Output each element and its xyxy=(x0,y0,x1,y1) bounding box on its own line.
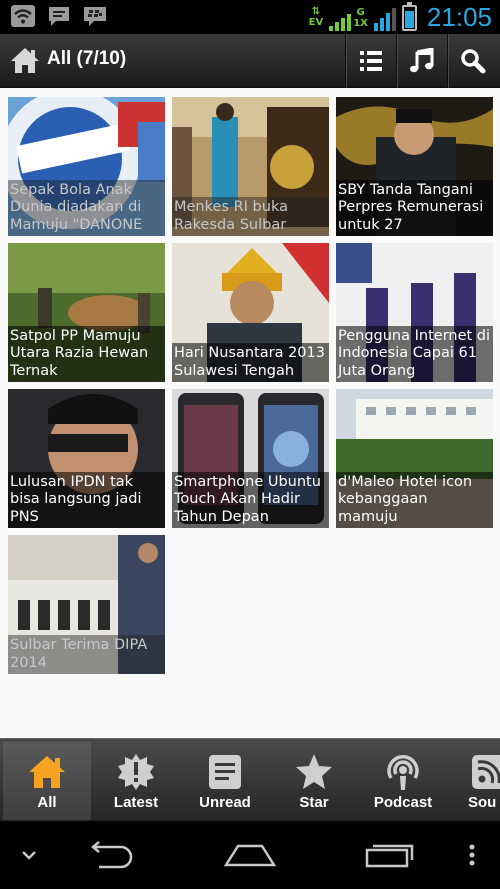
tab-label: Latest xyxy=(113,794,159,811)
signal-right-label: G xyxy=(356,6,365,18)
navigation-bar xyxy=(0,821,500,889)
star-icon xyxy=(296,754,332,789)
overflow-menu-button[interactable] xyxy=(462,821,482,889)
tab-star[interactable]: Star xyxy=(270,742,358,820)
data-activity-icon: ⇅ xyxy=(311,6,321,17)
article-tile[interactable]: d'Maleo Hotel icon kebanggaan mamuju xyxy=(336,389,493,528)
article-caption: d'Maleo Hotel icon kebanggaan mamuju xyxy=(336,471,493,528)
article-caption: Sepak Bola Anak Dunia diadakan di Mamuju… xyxy=(8,179,165,236)
article-tile[interactable]: Pengguna Internet di Indonesia Capai 61 … xyxy=(336,243,493,382)
tab-label: Star xyxy=(299,794,329,811)
podcast-icon xyxy=(387,755,419,790)
article-caption: Menkes RI buka Rakesda Sulbar xyxy=(172,197,329,236)
home-button[interactable] xyxy=(220,821,280,889)
hide-keyboard-icon xyxy=(22,851,36,860)
article-tile[interactable]: Hari Nusantara 2013 Sulawesi Tengah xyxy=(172,243,329,382)
tab-unread[interactable]: Unread xyxy=(181,742,269,820)
recent-apps-button[interactable] xyxy=(360,821,420,889)
network-indicator: ⇅ EV xyxy=(308,6,324,29)
search-icon xyxy=(461,49,486,74)
article-tile[interactable]: Sulbar Terima DIPA 2014 xyxy=(8,535,165,674)
status-bar: ⇅ EV G 1X 21:05 xyxy=(0,0,500,34)
home-icon xyxy=(224,844,276,867)
bottom-tab-bar: All Latest Unread Star Podcast Sou xyxy=(0,738,500,821)
article-tile[interactable]: Smartphone Ubuntu Touch Akan Hadir Tahun… xyxy=(172,389,329,528)
article-caption: Pengguna Internet di Indonesia Capai 61 … xyxy=(336,325,493,382)
tab-label: Sou xyxy=(468,794,497,811)
document-icon xyxy=(209,755,241,789)
battery-level xyxy=(404,11,414,28)
tab-label: All xyxy=(37,794,57,811)
article-grid: Sepak Bola Anak Dunia diadakan di Mamuju… xyxy=(0,88,500,738)
search-button[interactable] xyxy=(447,34,498,88)
article-tile[interactable]: Menkes RI buka Rakesda Sulbar xyxy=(172,97,329,236)
article-caption: Sulbar Terima DIPA 2014 xyxy=(8,635,165,674)
list-icon xyxy=(360,51,382,71)
tab-latest[interactable]: Latest xyxy=(92,742,180,820)
back-button[interactable] xyxy=(80,821,140,889)
article-caption: SBY Tanda Tangani Perpres Remunerasi unt… xyxy=(336,179,493,236)
back-icon xyxy=(91,841,133,869)
source-icon xyxy=(472,755,500,789)
hide-keyboard-button[interactable] xyxy=(14,821,44,889)
home-icon xyxy=(29,756,65,788)
tab-label: Podcast xyxy=(373,794,433,811)
action-bar: All (7/10) xyxy=(0,34,500,88)
signal-label-group: G 1X xyxy=(353,7,368,29)
recent-apps-icon xyxy=(365,844,414,868)
signal-1x-icon xyxy=(329,5,352,31)
music-icon xyxy=(410,48,434,73)
article-caption: Lulusan IPDN tak bisa langsung jadi PNS xyxy=(8,471,165,528)
signal-strength-icon xyxy=(373,5,396,31)
tab-podcast[interactable]: Podcast xyxy=(359,742,447,820)
tab-all[interactable]: All xyxy=(3,742,91,820)
signal-left-label: 1X xyxy=(353,17,368,29)
system-indicators: ⇅ EV G 1X 21:05 xyxy=(308,1,492,33)
article-caption: Satpol PP Mamuju Utara Razia Hewan Terna… xyxy=(8,325,165,382)
wifi-icon xyxy=(11,5,35,27)
clock: 21:05 xyxy=(426,2,492,32)
article-tile[interactable]: SBY Tanda Tangani Perpres Remunerasi unt… xyxy=(336,97,493,236)
page-title: All (7/10) xyxy=(47,48,127,69)
tab-source[interactable]: Sou xyxy=(448,742,500,820)
home-icon[interactable] xyxy=(8,43,42,77)
article-tile[interactable]: Sepak Bola Anak Dunia diadakan di Mamuju… xyxy=(8,97,165,236)
article-tile[interactable]: Satpol PP Mamuju Utara Razia Hewan Terna… xyxy=(8,243,165,382)
burst-icon xyxy=(118,754,154,790)
music-button[interactable] xyxy=(396,34,447,88)
network-type: EV xyxy=(308,17,324,28)
bbm-icon xyxy=(84,7,106,26)
notification-icons xyxy=(10,4,108,28)
battery-icon xyxy=(401,1,417,31)
list-button[interactable] xyxy=(345,34,396,88)
tab-label: Unread xyxy=(199,794,251,811)
article-tile[interactable]: Lulusan IPDN tak bisa langsung jadi PNS xyxy=(8,389,165,528)
overflow-icon xyxy=(469,844,475,866)
article-caption: Smartphone Ubuntu Touch Akan Hadir Tahun… xyxy=(172,471,329,528)
chat-icon xyxy=(49,7,69,26)
article-caption: Hari Nusantara 2013 Sulawesi Tengah xyxy=(172,343,329,382)
